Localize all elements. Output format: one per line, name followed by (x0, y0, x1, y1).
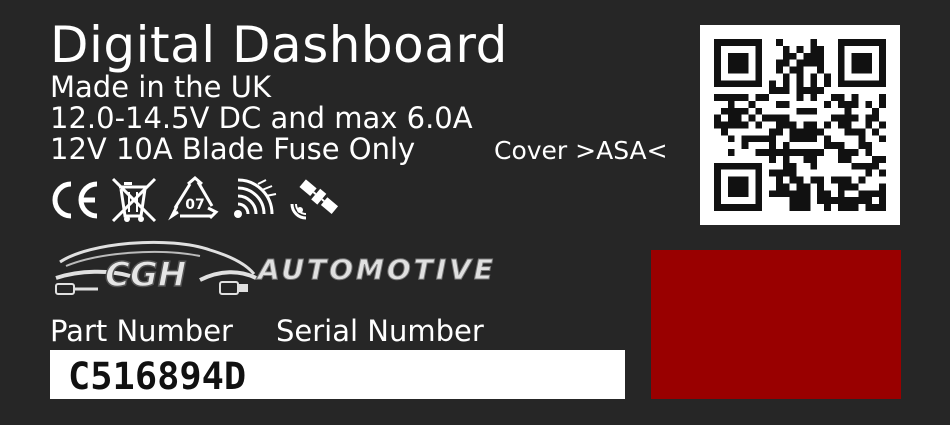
logo-brand-text: CGH (104, 255, 187, 295)
recycle-07-icon: 07 (168, 176, 219, 221)
ce-mark-icon (52, 181, 98, 219)
recycle-code-text: 07 (185, 197, 204, 213)
logo-automotive-text: AUTOMOTIVE (257, 253, 497, 286)
fuse-rating-text: 12V 10A Blade Fuse Only (50, 132, 416, 166)
red-color-panel (651, 250, 901, 399)
satellite-icon (290, 179, 339, 220)
power-rating-text: 12.0-14.5V DC and max 6.0A (50, 101, 473, 135)
cover-material-text: Cover >ASA< (494, 136, 668, 165)
part-number-label: Part Number (50, 314, 233, 348)
part-number-value: C516894D (68, 355, 247, 398)
origin-text: Made in the UK (50, 70, 271, 104)
wireless-icon (234, 178, 277, 218)
weee-bin-icon (111, 177, 157, 223)
serial-number-label: Serial Number (276, 314, 484, 348)
qr-code (700, 25, 900, 225)
label-title: Digital Dashboard (50, 16, 508, 74)
part-number-box: C516894D (50, 350, 625, 399)
